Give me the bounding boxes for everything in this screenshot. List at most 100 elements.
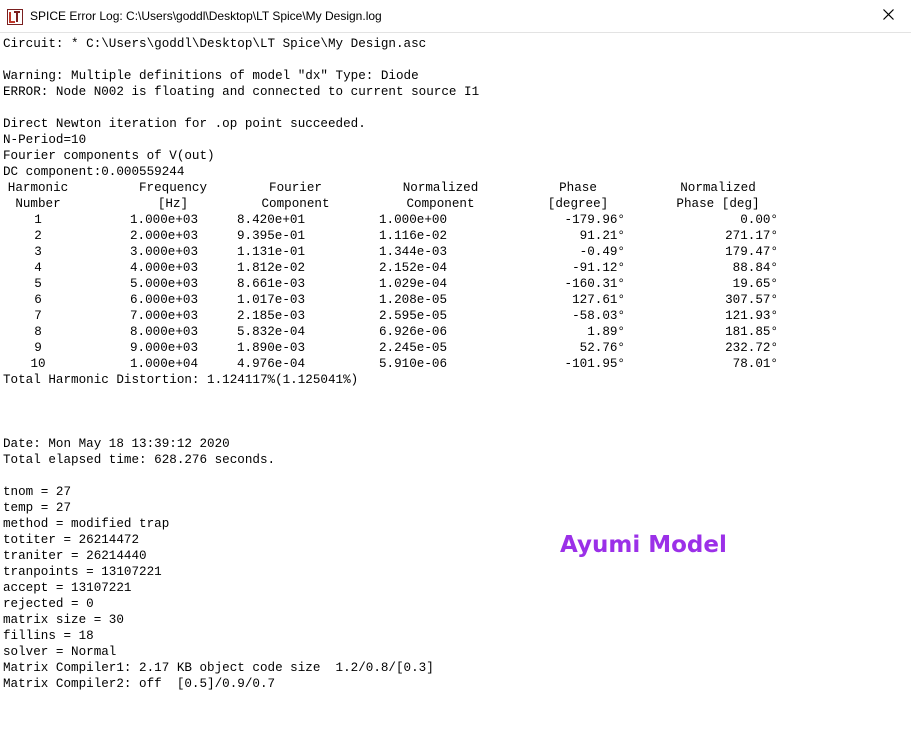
watermark-text: Ayumi Model (560, 532, 727, 558)
harmonic-number: 10 (30, 357, 46, 371)
close-button[interactable] (865, 0, 911, 32)
table-row: 2 2.000e+03 9.395e-01 1.116e-02 91.21° 271.17… (3, 228, 911, 244)
log-line: Fourier components of V(out) (3, 149, 215, 163)
log-line: Matrix Compiler2: off [0.5]/0.9/0.7 (3, 677, 276, 691)
phase-cell: -91.12° (572, 261, 625, 275)
normalized-phase-cell: 0.00° (740, 213, 778, 227)
normalized-component-cell: 1.029e-04 (379, 277, 448, 291)
thd-line: Total Harmonic Distortion: 1.124117%(1.1… (3, 373, 359, 387)
table-row: 3 3.000e+03 1.131e-01 1.344e-03 -0.49° 179.47… (3, 244, 911, 260)
table-row: 9 9.000e+03 1.890e-03 2.245e-05 52.76° 232.72… (3, 340, 911, 356)
log-line: Matrix Compiler1: 2.17 KB object code si… (3, 661, 434, 675)
normalized-component-cell: 1.208e-05 (379, 293, 448, 307)
fourier-component-cell: 2.185e-03 (237, 309, 306, 323)
normalized-component-cell: 5.910e-06 (379, 357, 448, 371)
normalized-phase-cell: 181.85° (725, 325, 778, 339)
frequency-cell: 4.000e+03 (130, 261, 199, 275)
table-header-row: Number [Hz] Component Component [degree]… (3, 196, 911, 212)
normalized-phase-cell: 232.72° (725, 341, 778, 355)
log-content-area[interactable]: Circuit: * C:\Users\goddl\Desktop\LT Spi… (0, 33, 911, 740)
harmonic-number: 6 (34, 293, 42, 307)
log-header-text: Circuit: * C:\Users\goddl\Desktop\LT Spi… (0, 33, 911, 180)
header-normalized-phase: Normalized (680, 181, 756, 195)
log-line: accept = 13107221 (3, 581, 132, 595)
log-line: DC component:0.000559244 (3, 165, 185, 179)
normalized-phase-cell: 121.93° (725, 309, 778, 323)
harmonic-number: 8 (34, 325, 42, 339)
normalized-component-cell: 6.926e-06 (379, 325, 448, 339)
fourier-component-cell: 5.832e-04 (237, 325, 306, 339)
normalized-component-cell: 2.245e-05 (379, 341, 448, 355)
normalized-phase-cell: 179.47° (725, 245, 778, 259)
fourier-table: Harmonic Frequency Fourier Normalized Ph… (0, 180, 911, 388)
header-harmonic: Harmonic (7, 181, 69, 195)
log-line: rejected = 0 (3, 597, 94, 611)
frequency-cell: 5.000e+03 (130, 277, 199, 291)
frequency-cell: 8.000e+03 (130, 325, 199, 339)
log-line: method = modified trap (3, 517, 170, 531)
table-row: 10 1.000e+04 4.976e-04 5.910e-06 -101.95° 78.… (3, 356, 911, 372)
log-line: ERROR: Node N002 is floating and connect… (3, 85, 480, 99)
harmonic-number: 2 (34, 229, 42, 243)
phase-cell: 91.21° (579, 229, 625, 243)
normalized-component-cell: 2.152e-04 (379, 261, 448, 275)
ltspice-logo-icon (7, 9, 23, 25)
log-line: Date: Mon May 18 13:39:12 2020 (3, 437, 230, 451)
log-line: fillins = 18 (3, 629, 94, 643)
phase-cell: 1.89° (587, 325, 625, 339)
fourier-component-cell: 4.976e-04 (237, 357, 306, 371)
frequency-cell: 3.000e+03 (130, 245, 199, 259)
harmonic-number: 1 (34, 213, 42, 227)
title-bar[interactable]: SPICE Error Log: C:\Users\goddl\Desktop\… (0, 0, 911, 33)
frequency-cell: 2.000e+03 (130, 229, 199, 243)
normalized-phase-cell: 307.57° (725, 293, 778, 307)
normalized-component-cell: 1.116e-02 (379, 229, 448, 243)
header-hz: [Hz] (157, 197, 189, 211)
frequency-cell: 7.000e+03 (130, 309, 199, 323)
log-line: matrix size = 30 (3, 613, 124, 627)
log-line: Total elapsed time: 628.276 seconds. (3, 453, 276, 467)
harmonic-number: 7 (34, 309, 42, 323)
phase-cell: -160.31° (564, 277, 625, 291)
frequency-cell: 6.000e+03 (130, 293, 199, 307)
table-row: 1 1.000e+03 8.420e+01 1.000e+00 -179.96° 0.00… (3, 212, 911, 228)
fourier-component-cell: 8.420e+01 (237, 213, 306, 227)
table-row: 6 6.000e+03 1.017e-03 1.208e-05 127.61° 307.5… (3, 292, 911, 308)
log-line: solver = Normal (3, 645, 117, 659)
log-line: Circuit: * C:\Users\goddl\Desktop\LT Spi… (3, 37, 427, 51)
phase-cell: 52.76° (579, 341, 625, 355)
header-component: Component (406, 197, 475, 211)
table-row: 7 7.000e+03 2.185e-03 2.595e-05 -58.03° 121.9… (3, 308, 911, 324)
log-footer-text: Date: Mon May 18 13:39:12 2020 Total ela… (0, 388, 911, 692)
normalized-component-cell: 1.344e-03 (379, 245, 448, 259)
header-number: Number (15, 197, 61, 211)
harmonic-number: 4 (34, 261, 42, 275)
normalized-component-cell: 2.595e-05 (379, 309, 448, 323)
table-row: 4 4.000e+03 1.812e-02 2.152e-04 -91.12° 88.84… (3, 260, 911, 276)
header-frequency: Frequency (138, 181, 208, 195)
normalized-phase-cell: 19.65° (732, 277, 778, 291)
header-phase-deg: Phase [deg] (676, 197, 760, 211)
fourier-component-cell: 8.661e-03 (237, 277, 306, 291)
fourier-component-cell: 1.812e-02 (237, 261, 306, 275)
harmonic-number: 9 (34, 341, 42, 355)
harmonic-number: 5 (34, 277, 42, 291)
header-normalized: Normalized (402, 181, 479, 195)
log-line: totiter = 26214472 (3, 533, 140, 547)
header-degree: [degree] (547, 197, 609, 211)
phase-cell: -0.49° (579, 245, 625, 259)
header-component: Component (261, 197, 330, 211)
log-line: Direct Newton iteration for .op point su… (3, 117, 366, 131)
window-title: SPICE Error Log: C:\Users\goddl\Desktop\… (30, 9, 382, 23)
header-fourier: Fourier (269, 181, 322, 195)
normalized-phase-cell: 271.17° (725, 229, 778, 243)
log-line: Warning: Multiple definitions of model "… (3, 69, 419, 83)
phase-cell: -101.95° (564, 357, 625, 371)
table-row: 5 5.000e+03 8.661e-03 1.029e-04 -160.31° 19.6… (3, 276, 911, 292)
fourier-component-cell: 1.131e-01 (237, 245, 306, 259)
log-line: tranpoints = 13107221 (3, 565, 162, 579)
fourier-component-cell: 9.395e-01 (237, 229, 306, 243)
frequency-cell: 1.000e+03 (130, 213, 199, 227)
header-phase: Phase (559, 181, 597, 195)
log-line: N-Period=10 (3, 133, 87, 147)
